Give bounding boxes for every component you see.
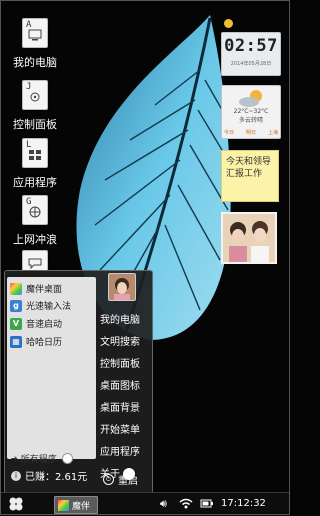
calendar-icon: ▦ (10, 335, 22, 348)
earnings-label: 已赚：2.61元 (25, 472, 88, 483)
control-panel-icon: J (22, 80, 48, 110)
weather-widget[interactable]: 22°C~32°C 多云转晴 今日 明日 上海 (221, 85, 281, 139)
taskbar-app-mobo[interactable]: 魔伴 (54, 496, 98, 514)
smiley-icon (224, 19, 233, 28)
mobo-desktop-icon (10, 282, 22, 295)
note-text: 今天和领导汇报工作 (226, 157, 272, 179)
battery-icon[interactable] (200, 498, 214, 509)
desktop-icon-chat[interactable] (3, 250, 67, 270)
app-label: 哈哈日历 (26, 338, 63, 348)
clover-start-icon (9, 497, 23, 511)
photo-image (223, 214, 275, 262)
chat-bubble-icon (22, 250, 48, 270)
weather-temp: 22°C~32°C (233, 108, 269, 115)
desktop-icon-browser[interactable]: G 上网冲浪 (3, 195, 67, 247)
taskbar: 魔伴 🔊︎ 17:12:32 (0, 492, 290, 516)
app-item-mobo-desktop[interactable]: 魔伴桌面 (10, 281, 62, 296)
desktop-icon-label: 应用程序 (13, 176, 57, 189)
launch-icon: V (10, 317, 22, 330)
taskbar-clock[interactable]: 17:12:32 (221, 498, 266, 509)
desktop-icon-my-computer[interactable]: A 我的电脑 (3, 18, 67, 70)
menu-my-computer[interactable]: 我的电脑 (100, 311, 140, 326)
info-icon: i (11, 470, 21, 481)
app-item-quick-launch[interactable]: V 音速启动 (10, 316, 62, 331)
volume-icon[interactable]: 🔊︎ (160, 497, 167, 511)
menu-start-menu[interactable]: 开始菜单 (100, 421, 140, 436)
clock-widget[interactable]: 02:57 2014年05月28日 (221, 32, 281, 76)
app-item-input-method[interactable]: g 光速输入法 (10, 298, 71, 313)
toggle-dot-icon (61, 452, 73, 464)
start-menu: 魔伴桌面 g 光速输入法 V 音速启动 ▦ 哈哈日历 ➔ 所有程序 i 已赚：2… (4, 270, 153, 494)
cloudy-sun-icon (239, 90, 262, 107)
all-programs-button[interactable]: ➔ 所有程序 (11, 452, 81, 465)
power-icon: ⏻ (103, 474, 114, 485)
globe-icon: G (22, 195, 48, 225)
photo-widget[interactable] (221, 212, 277, 264)
start-menu-app-list: 魔伴桌面 g 光速输入法 V 音速启动 ▦ 哈哈日历 ➔ 所有程序 (7, 277, 96, 465)
clock-date: 2014年05月28日 (230, 61, 272, 67)
weather-desc: 多云转晴 (238, 117, 263, 124)
my-computer-icon: A (22, 18, 48, 48)
menu-search[interactable]: 文明搜索 (100, 333, 140, 348)
desktop-icon-label: 控制面板 (13, 118, 57, 131)
user-avatar[interactable] (108, 273, 136, 301)
weather-day: 明日 (245, 130, 256, 136)
weather-day: 今日 (224, 130, 235, 136)
weather-city: 上海 (267, 130, 278, 136)
desktop-icon-label: 我的电脑 (13, 56, 57, 69)
app-label: 魔伴桌面 (26, 285, 63, 295)
menu-control-panel[interactable]: 控制面板 (100, 355, 140, 370)
app-item-calendar[interactable]: ▦ 哈哈日历 (10, 334, 62, 349)
all-programs-label: 所有程序 (20, 454, 57, 465)
desktop-icon-label: 上网冲浪 (13, 233, 57, 246)
app-label: 光速输入法 (26, 302, 72, 312)
arrow-right-icon: ➔ (11, 453, 18, 463)
start-button[interactable] (8, 496, 24, 516)
desktop-icon-applications[interactable]: L 应用程序 (3, 138, 67, 190)
applications-icon: L (22, 138, 48, 168)
earnings-status: i 已赚：2.61元 (11, 468, 87, 483)
wifi-icon[interactable] (179, 498, 193, 509)
sticky-note-widget[interactable]: 今天和领导汇报工作 (221, 150, 279, 202)
menu-applications[interactable]: 应用程序 (100, 443, 140, 458)
mobo-app-icon (58, 499, 69, 511)
taskbar-app-label: 魔伴 (72, 501, 91, 512)
app-label: 音速启动 (26, 320, 63, 330)
menu-desktop-icons[interactable]: 桌面图标 (100, 377, 140, 392)
keyboard-icon: g (10, 299, 22, 312)
clock-time: 02:57 (224, 36, 278, 56)
menu-desktop-background[interactable]: 桌面背景 (100, 399, 140, 414)
restart-label: 重启 (118, 476, 138, 487)
desktop-icon-control-panel[interactable]: J 控制面板 (3, 80, 67, 132)
restart-button[interactable]: ⏻ 重启 (103, 472, 138, 487)
